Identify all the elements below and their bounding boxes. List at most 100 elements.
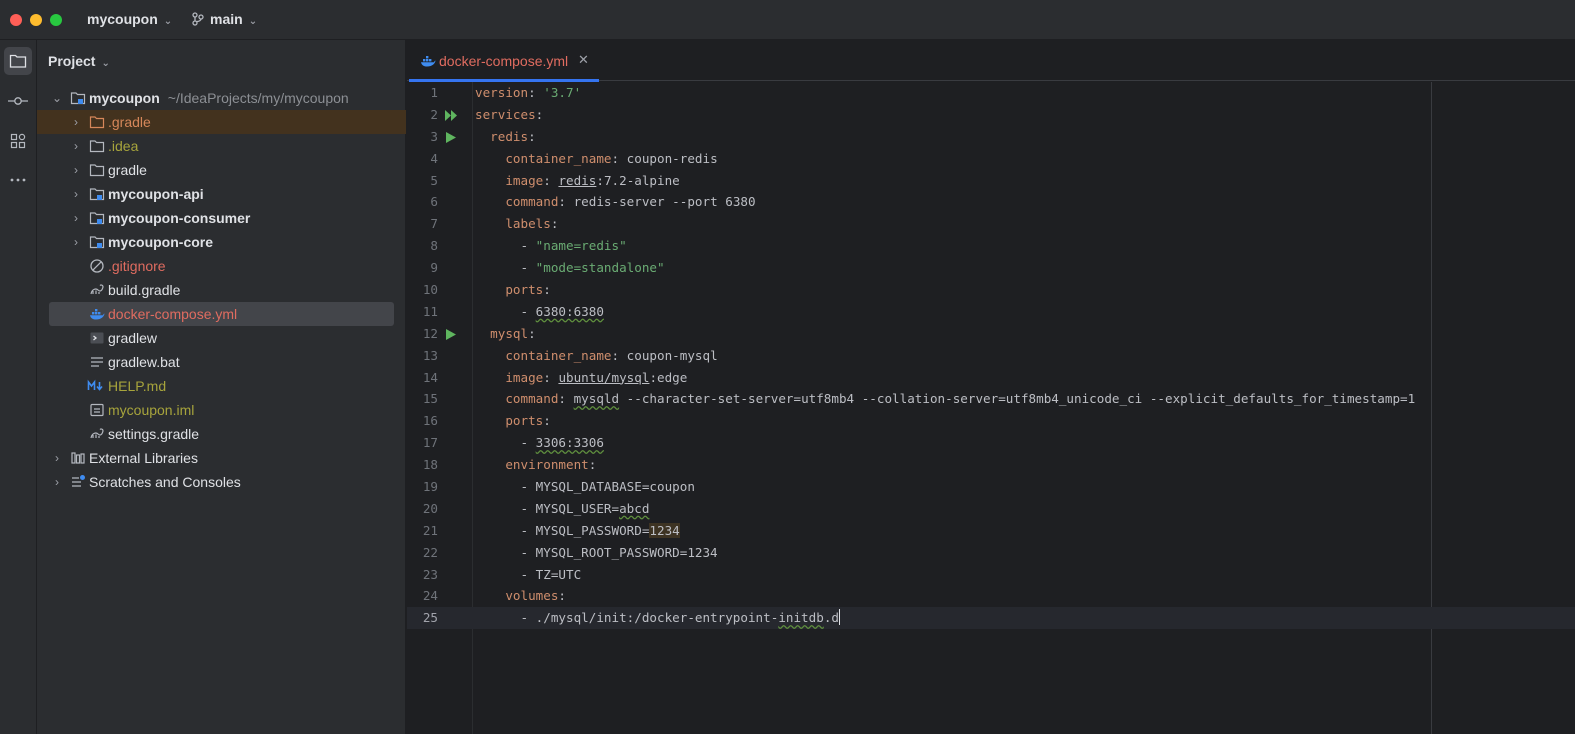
line-number: 11 — [422, 303, 438, 319]
run-icon[interactable] — [445, 131, 457, 143]
tree-item-help-md[interactable]: HELP.md — [37, 374, 406, 398]
run-icon[interactable] — [445, 328, 457, 340]
project-panel: Project ⌄ ⌄ mycoupon ~/IdeaProjects/my/myc… — [37, 40, 406, 734]
line-number: 21 — [422, 522, 438, 538]
yaml-value: :edge — [649, 369, 688, 385]
chevron-down-icon: ⌄ — [248, 16, 258, 27]
tree-item-label: HELP.md — [108, 378, 167, 394]
project-name: mycoupon — [87, 11, 158, 27]
zoom-window-button[interactable] — [50, 14, 62, 26]
tree-root[interactable]: ⌄ mycoupon ~/IdeaProjects/my/mycoupon — [37, 86, 406, 110]
code-line: 8 - "name=redis" — [407, 235, 1575, 257]
tree-item-scratches[interactable]: › Scratches and Consoles — [37, 470, 406, 494]
image-link[interactable]: ubuntu/mysql — [558, 370, 649, 385]
chevron-right-icon[interactable]: › — [70, 206, 82, 230]
line-number: 6 — [430, 194, 438, 210]
chevron-right-icon[interactable]: › — [70, 182, 82, 206]
project-panel-label: Project — [48, 53, 96, 69]
tree-item-label: Scratches and Consoles — [89, 474, 241, 490]
chevron-right-icon[interactable]: › — [51, 446, 63, 470]
chevron-right-icon[interactable]: › — [70, 230, 82, 254]
tree-item-gradle-cache[interactable]: › .gradle — [37, 110, 406, 134]
more-icon — [10, 178, 26, 182]
tree-item-mycoupon-core[interactable]: › mycoupon-core — [37, 230, 406, 254]
yaml-value-highlighted: 1234 — [649, 522, 680, 538]
yaml-value: initdb — [778, 610, 824, 626]
tree-item-label: mycoupon-api — [108, 186, 204, 202]
module-folder-icon — [70, 92, 86, 105]
code-area[interactable]: 1 version: '3.7' 2 services: 3 redis: 4 co… — [407, 82, 1575, 630]
gradle-icon — [90, 428, 104, 439]
yaml-key: container_name — [505, 347, 612, 363]
yaml-value: MYSQL_ROOT_PASSWORD=1234 — [535, 544, 718, 560]
code-line: 2 services: — [407, 104, 1575, 126]
structure-tool-button[interactable] — [4, 127, 32, 155]
tree-item-external-libraries[interactable]: › External Libraries — [37, 446, 406, 470]
image-link[interactable]: redis — [558, 173, 596, 188]
yaml-value: "name=redis" — [535, 238, 627, 254]
chevron-down-icon[interactable]: ⌄ — [51, 86, 63, 110]
tree-item-label: mycoupon-consumer — [108, 210, 251, 226]
tree-item-gitignore[interactable]: .gitignore — [37, 254, 406, 278]
tree-item-gradlew[interactable]: gradlew — [37, 326, 406, 350]
folder-icon — [89, 116, 105, 129]
tab-docker-compose[interactable]: docker-compose.yml ✕ — [407, 40, 599, 82]
chevron-right-icon[interactable]: › — [70, 134, 82, 158]
chevron-down-icon: ⌄ — [163, 16, 173, 27]
line-number: 3 — [430, 128, 438, 144]
project-tool-button[interactable] — [4, 47, 32, 75]
more-tools-button[interactable] — [4, 166, 32, 194]
yaml-key: image — [505, 369, 544, 385]
yaml-value: ./mysql/init:/docker-entrypoint- — [535, 610, 779, 626]
chevron-right-icon[interactable]: › — [51, 470, 63, 494]
folder-icon — [89, 140, 105, 153]
tree-item-mycoupon-consumer[interactable]: › mycoupon-consumer — [37, 206, 406, 230]
commit-icon — [8, 97, 28, 105]
close-window-button[interactable] — [10, 14, 22, 26]
title-bar: mycoupon ⌄ main ⌄ — [0, 0, 1575, 40]
yaml-value: coupon-mysql — [626, 347, 718, 363]
yaml-value: --character-set-server=utf8mb4 --collati… — [619, 391, 1416, 407]
project-panel-title[interactable]: Project ⌄ — [48, 53, 110, 69]
code-line: 11 - 6380:6380 — [407, 301, 1575, 323]
tree-item-gradle[interactable]: › gradle — [37, 158, 406, 182]
line-number: 14 — [422, 369, 438, 385]
code-line: 3 redis: — [407, 126, 1575, 148]
commit-tool-button[interactable] — [4, 87, 32, 115]
yaml-key: mysql — [490, 325, 529, 341]
close-icon[interactable]: ✕ — [578, 52, 589, 68]
chevron-right-icon[interactable]: › — [70, 110, 82, 134]
tree-item-mycoupon-api[interactable]: › mycoupon-api — [37, 182, 406, 206]
tree-item-settings-gradle[interactable]: settings.gradle — [37, 422, 406, 446]
code-line: 9 - "mode=standalone" — [407, 257, 1575, 279]
yaml-value: "mode=standalone" — [535, 260, 665, 276]
line-number: 1 — [430, 85, 438, 100]
line-number: 23 — [422, 566, 438, 582]
yaml-value: abcd — [619, 500, 650, 516]
yaml-key: environment — [505, 457, 589, 473]
project-switcher[interactable]: mycoupon ⌄ — [87, 11, 172, 27]
chevron-right-icon[interactable]: › — [70, 158, 82, 182]
line-number: 5 — [430, 172, 438, 188]
ignore-icon — [90, 259, 104, 273]
tree-item-label: .idea — [108, 138, 139, 154]
tree-item-idea[interactable]: › .idea — [37, 134, 406, 158]
library-icon — [71, 452, 85, 464]
yaml-value: TZ=UTC — [535, 566, 582, 582]
run-all-icon[interactable] — [445, 109, 457, 121]
minimize-window-button[interactable] — [30, 14, 42, 26]
yaml-key: command — [505, 391, 559, 407]
terminal-icon — [90, 332, 104, 344]
branch-switcher[interactable]: main ⌄ — [192, 11, 257, 27]
tree-item-build-gradle[interactable]: build.gradle — [37, 278, 406, 302]
tree-item-docker-compose[interactable]: docker-compose.yml — [37, 302, 406, 326]
code-line: 5 image: redis:7.2-alpine — [407, 170, 1575, 192]
code-line-current: 25 - ./mysql/init:/docker-entrypoint-ini… — [407, 607, 1575, 630]
code-line: 18 environment: — [407, 454, 1575, 476]
tree-item-gradlew-bat[interactable]: gradlew.bat — [37, 350, 406, 374]
module-folder-icon — [89, 236, 105, 249]
code-line: 20 - MYSQL_USER=abcd — [407, 498, 1575, 520]
tree-item-mycoupon-iml[interactable]: mycoupon.iml — [37, 398, 406, 422]
yaml-value: coupon-redis — [626, 150, 718, 166]
code-line: 23 - TZ=UTC — [407, 564, 1575, 586]
